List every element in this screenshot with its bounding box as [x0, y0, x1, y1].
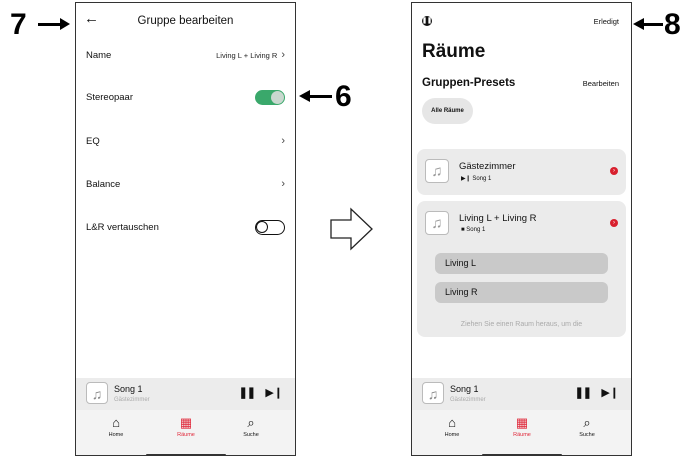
- tab-home[interactable]: ⌂ Home: [96, 415, 136, 438]
- callout-8: 8: [664, 8, 681, 41]
- chevron-right-icon: ›: [281, 135, 285, 147]
- chevron-right-icon: ›: [281, 49, 285, 61]
- phone-rooms: ❚❚ Erledigt Räume Gruppen-Presets Bearbe…: [411, 2, 632, 456]
- play-pause-icon: ▶❙: [461, 176, 473, 182]
- rooms-icon: ▦: [179, 415, 193, 430]
- music-note-icon: ♫: [425, 159, 449, 183]
- row-swap: L&R vertauschen: [86, 217, 285, 237]
- search-icon: ⌕: [583, 415, 591, 430]
- row-eq[interactable]: EQ ›: [86, 131, 285, 151]
- transition-arrow-icon: [330, 207, 373, 251]
- now-playing-bar[interactable]: ♫ Song 1 Gästezimmer ❚❚ ▶❙: [412, 378, 631, 410]
- room-name: Gästezimmer: [459, 161, 516, 172]
- room-song: ▶❙ Song 1: [461, 175, 491, 182]
- room-name: Living L + Living R: [459, 213, 537, 224]
- callout-7: 7: [10, 8, 27, 41]
- row-stereo-label: Stereopaar: [86, 91, 134, 103]
- tab-rooms-label: Räume: [513, 432, 531, 438]
- room-song: ■ Song 1: [461, 227, 485, 233]
- presets-heading: Gruppen-Presets: [422, 77, 516, 89]
- tab-search-label: Suche: [243, 432, 259, 438]
- callout-6-arrow: [310, 95, 332, 98]
- row-name[interactable]: Name Living L + Living R ›: [86, 45, 285, 65]
- tab-bar: ⌂ Home ▦ Räume ⌕ Suche: [76, 410, 295, 455]
- pause-all-icon[interactable]: ❚❚: [422, 16, 432, 26]
- toggle-knob: [271, 90, 284, 104]
- chevron-right-icon: ›: [281, 178, 285, 190]
- home-icon: ⌂: [448, 415, 456, 430]
- callout-6: 6: [335, 80, 352, 113]
- tab-home-label: Home: [108, 432, 124, 438]
- chevron-right-icon[interactable]: ›: [610, 167, 618, 175]
- now-playing-title: Song 1: [450, 384, 479, 394]
- skip-next-icon[interactable]: ▶❙: [265, 386, 283, 399]
- room-song-title: Song 1: [472, 176, 492, 182]
- now-playing-room: Gästezimmer: [114, 397, 150, 403]
- room-card-guest[interactable]: ♫ Gästezimmer ▶❙ Song 1 ›: [417, 149, 626, 195]
- now-playing-bar[interactable]: ♫ Song 1 Gästezimmer ❚❚ ▶❙: [76, 378, 295, 410]
- swap-toggle[interactable]: [255, 219, 285, 235]
- room-song-title: Song 1: [466, 227, 486, 233]
- preset-chip-all-rooms[interactable]: Alle Räume: [422, 98, 473, 124]
- row-name-label: Name: [86, 49, 112, 61]
- done-button[interactable]: Erledigt: [594, 17, 619, 26]
- member-living-r[interactable]: Living R: [435, 282, 608, 303]
- tab-rooms[interactable]: ▦ Räume: [502, 415, 542, 438]
- row-swap-label: L&R vertauschen: [86, 221, 159, 233]
- music-note-icon: ♫: [425, 211, 449, 235]
- pause-icon[interactable]: ❚❚: [575, 386, 592, 399]
- page-title: Räume: [422, 41, 486, 62]
- tab-home-label: Home: [444, 432, 460, 438]
- tab-rooms-label: Räume: [177, 432, 195, 438]
- phone-edit-group: ← Gruppe bearbeiten Name Living L + Livi…: [75, 2, 296, 456]
- row-balance[interactable]: Balance ›: [86, 174, 285, 194]
- stereo-toggle[interactable]: [255, 89, 285, 105]
- chevron-right-icon[interactable]: ›: [610, 219, 618, 227]
- row-eq-label: EQ: [86, 135, 100, 147]
- tab-search-label: Suche: [579, 432, 595, 438]
- now-playing-title: Song 1: [114, 384, 143, 394]
- pause-icon[interactable]: ❚❚: [239, 386, 256, 399]
- toggle-knob: [256, 220, 268, 233]
- callout-6-arrowhead: [299, 90, 310, 102]
- drag-hint: Ziehen Sie einen Raum heraus, um die: [460, 321, 583, 328]
- search-icon: ⌕: [247, 415, 255, 430]
- row-balance-label: Balance: [86, 178, 121, 190]
- tab-search[interactable]: ⌕ Suche: [231, 415, 271, 438]
- tab-home[interactable]: ⌂ Home: [432, 415, 472, 438]
- music-note-icon: ♫: [422, 382, 444, 404]
- home-indicator: [482, 454, 562, 455]
- row-name-value: Living L + Living R: [216, 50, 278, 60]
- callout-7-arrowhead: [60, 18, 70, 30]
- edit-presets-button[interactable]: Bearbeiten: [583, 79, 619, 88]
- callout-8-arrow: [643, 23, 663, 26]
- home-indicator: [146, 454, 226, 455]
- tab-search[interactable]: ⌕ Suche: [567, 415, 607, 438]
- tab-bar: ⌂ Home ▦ Räume ⌕ Suche: [412, 410, 631, 455]
- now-playing-room: Gästezimmer: [450, 397, 486, 403]
- room-card-living[interactable]: ♫ Living L + Living R ■ Song 1 › Living …: [417, 201, 626, 337]
- row-stereo: Stereopaar: [86, 87, 285, 107]
- home-icon: ⌂: [112, 415, 120, 430]
- rooms-icon: ▦: [515, 415, 529, 430]
- page-title: Gruppe bearbeiten: [137, 15, 234, 27]
- music-note-icon: ♫: [86, 382, 108, 404]
- member-living-l[interactable]: Living L: [435, 253, 608, 274]
- callout-7-arrow: [38, 23, 60, 26]
- skip-next-icon[interactable]: ▶❙: [601, 386, 619, 399]
- tab-rooms[interactable]: ▦ Räume: [166, 415, 206, 438]
- callout-8-arrowhead: [633, 18, 644, 30]
